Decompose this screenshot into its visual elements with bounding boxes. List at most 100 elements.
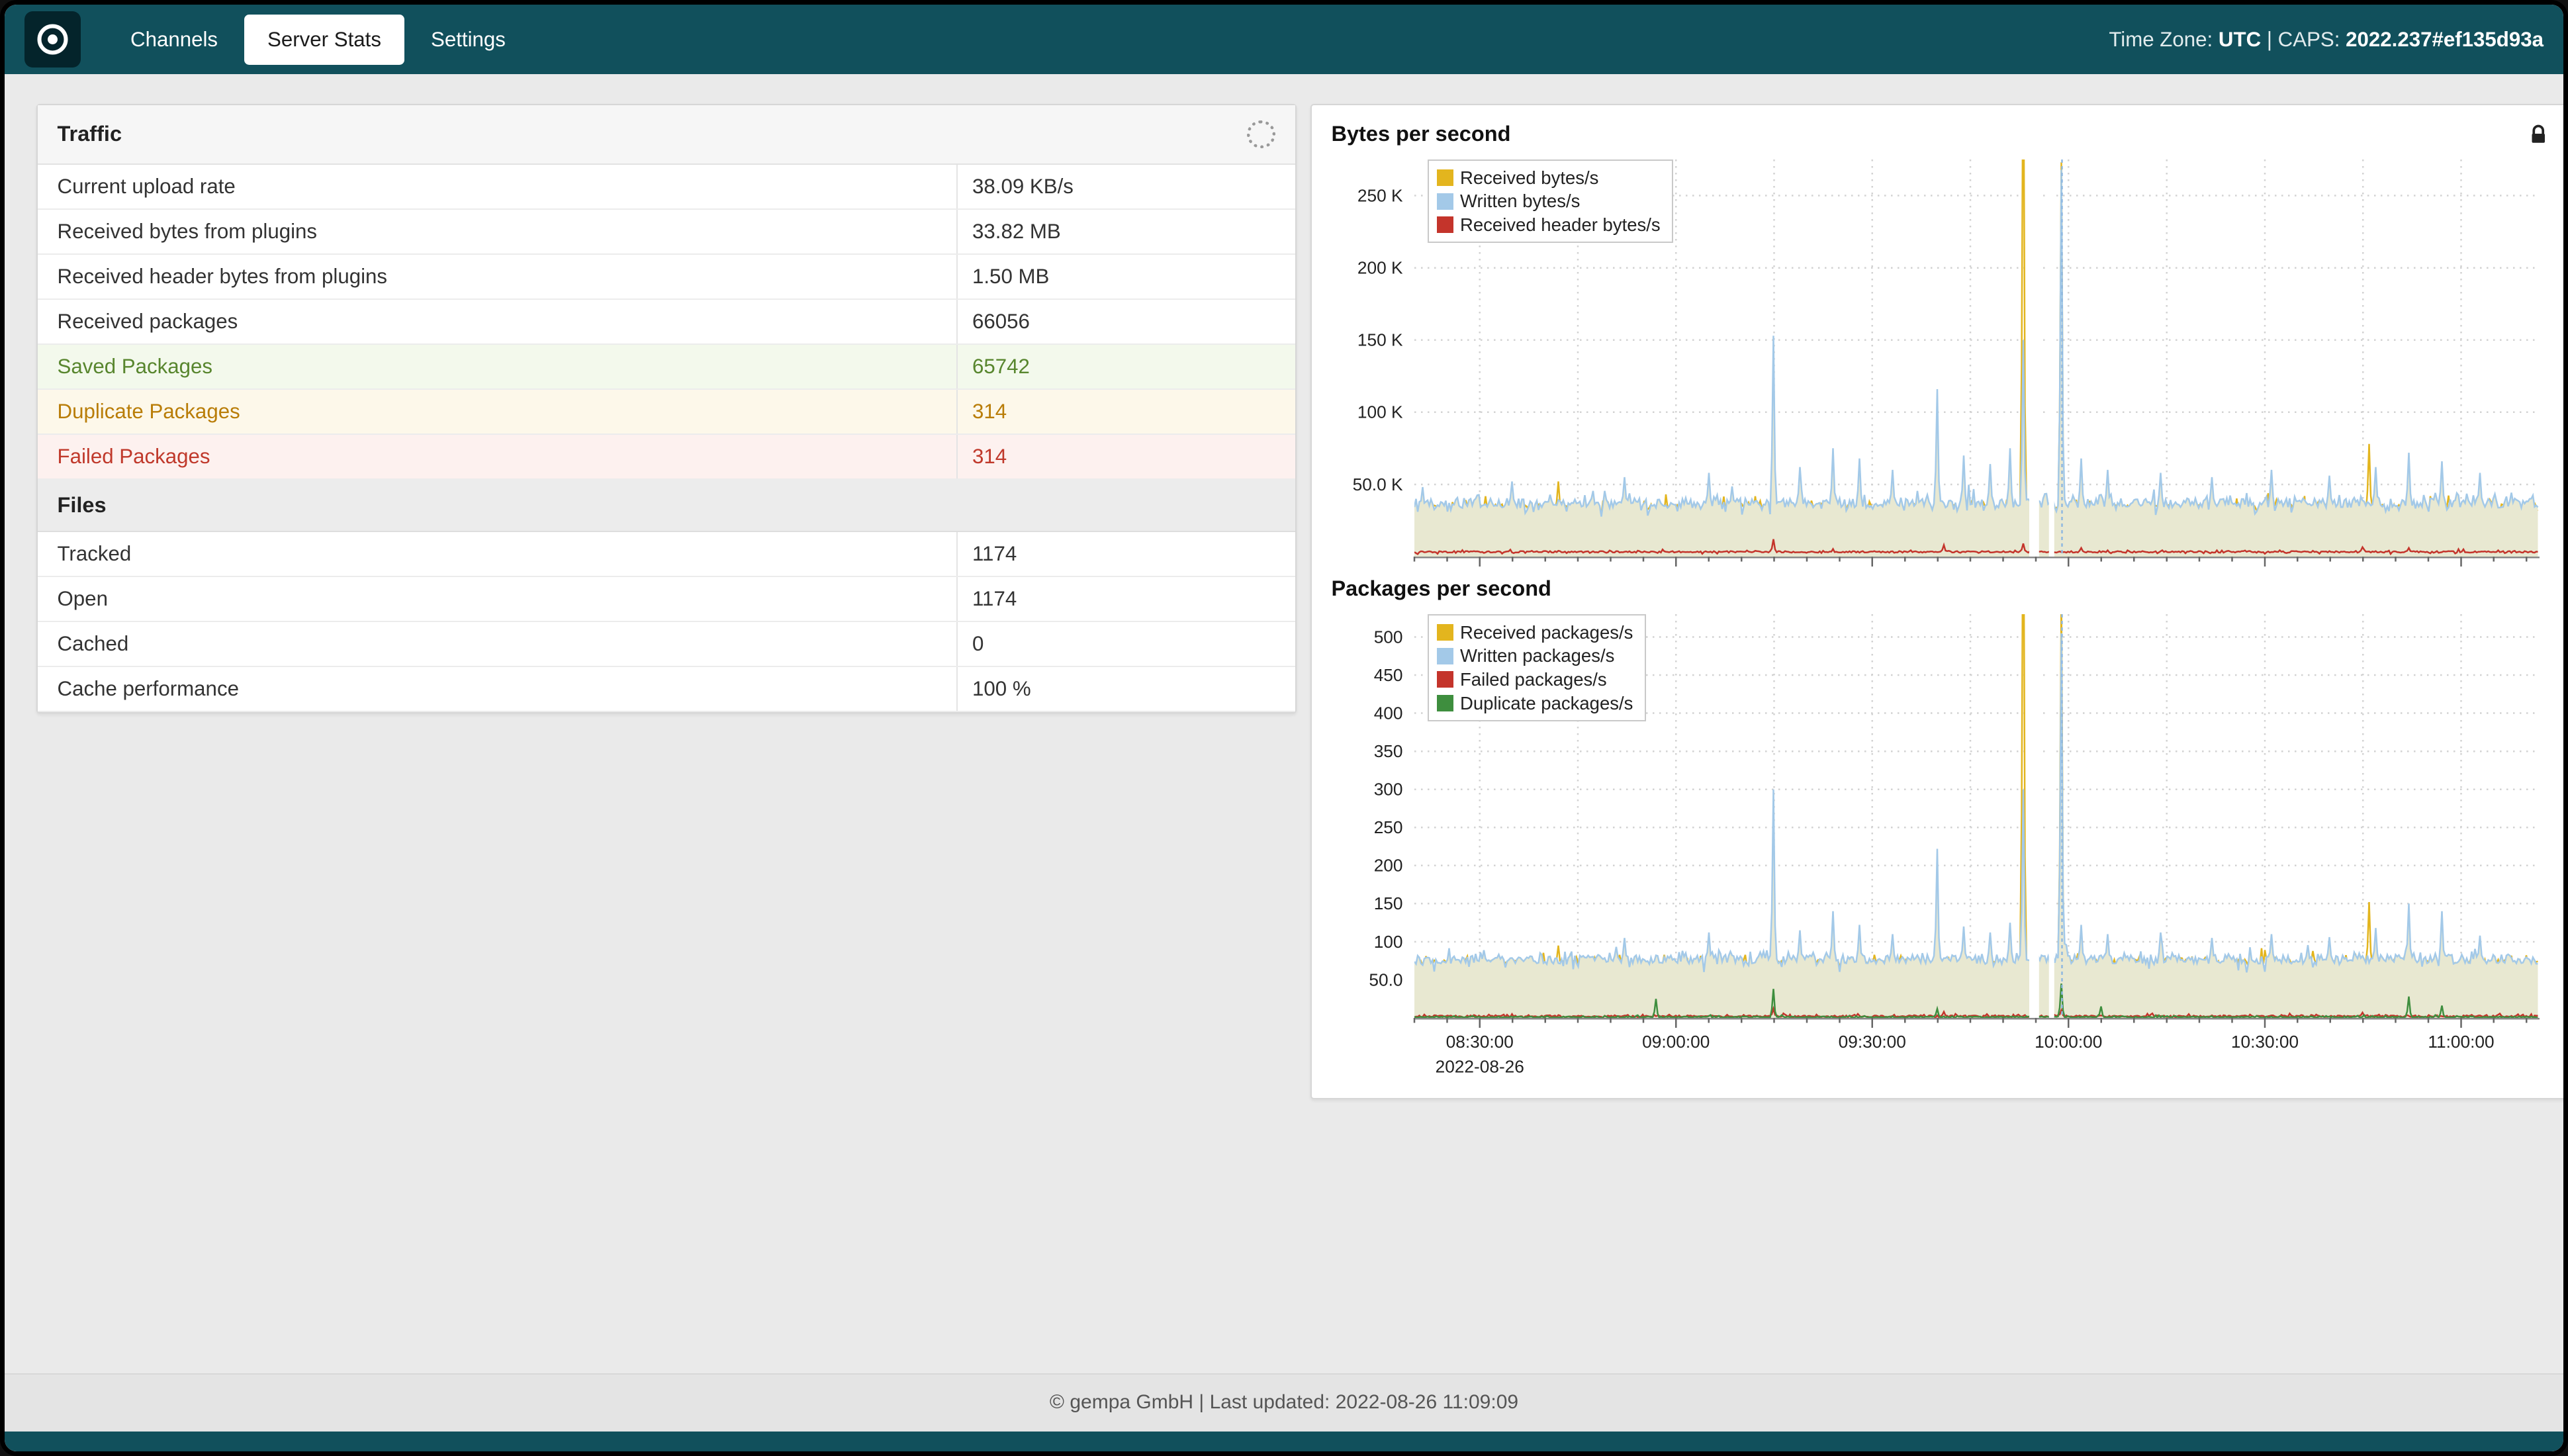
svg-text:150 K: 150 K (1357, 330, 1402, 350)
packages-chart-legend: Received packages/sWritten packages/sFai… (1428, 614, 1646, 721)
footer: © gempa GmbH | Last updated: 2022-08-26 … (5, 1373, 2563, 1432)
timezone-value: UTC (2219, 28, 2261, 51)
row-value: 33.82 MB (958, 210, 1295, 253)
nav-item-settings[interactable]: Settings (408, 15, 529, 65)
legend-label: Received header bytes/s (1460, 213, 1661, 237)
legend-label: Written bytes/s (1460, 189, 1580, 213)
main-nav: ChannelsServer StatsSettings (107, 5, 529, 74)
bytes-chart-header: Bytes per second (1312, 105, 2568, 150)
svg-text:150: 150 (1373, 893, 1402, 913)
footer-text: © gempa GmbH | Last updated: 2022-08-26 … (1050, 1391, 1518, 1413)
row-label: Received bytes from plugins (38, 210, 958, 253)
legend-item: Received bytes/s (1437, 166, 1661, 190)
legend-label: Written packages/s (1460, 644, 1614, 668)
row-value: 314 (958, 435, 1295, 478)
charts-panel: Bytes per second 50.0 K100 K150 K200 K25… (1310, 104, 2568, 1099)
main-content: Traffic Current upload rate38.09 KB/sRec… (5, 74, 2563, 1373)
legend-item: Written packages/s (1437, 644, 1633, 668)
row-value: 1174 (958, 577, 1295, 621)
bytes-chart-wrap: 50.0 K100 K150 K200 K250 K Received byte… (1332, 150, 2549, 567)
header: ChannelsServer StatsSettings Time Zone: … (5, 5, 2563, 74)
svg-text:10:00:00: 10:00:00 (2035, 1032, 2102, 1052)
svg-text:50.0 K: 50.0 K (1352, 475, 1402, 494)
row-label: Open (38, 577, 958, 621)
traffic-table: Current upload rate38.09 KB/sReceived by… (38, 165, 1295, 480)
table-row: Received packages66056 (38, 300, 1295, 345)
svg-text:450: 450 (1373, 665, 1402, 685)
table-row: Duplicate Packages314 (38, 390, 1295, 435)
header-status: Time Zone: UTC | CAPS: 2022.237#ef135d93… (2109, 28, 2544, 52)
header-separator: | (2267, 28, 2272, 51)
row-value: 38.09 KB/s (958, 165, 1295, 208)
legend-swatch-icon (1437, 193, 1453, 210)
table-row: Cached0 (38, 622, 1295, 667)
row-label: Saved Packages (38, 345, 958, 388)
packages-chart-wrap: 50.010015020025030035040045050008:30:000… (1332, 604, 2549, 1087)
svg-text:400: 400 (1373, 703, 1402, 723)
legend-swatch-icon (1437, 216, 1453, 233)
stats-panel: Traffic Current upload rate38.09 KB/sRec… (36, 104, 1297, 713)
legend-swatch-icon (1437, 695, 1453, 711)
svg-text:10:30:00: 10:30:00 (2230, 1032, 2298, 1052)
legend-label: Received packages/s (1460, 621, 1633, 645)
traffic-header: Traffic (38, 105, 1295, 165)
svg-text:200 K: 200 K (1357, 258, 1402, 278)
svg-text:250 K: 250 K (1357, 185, 1402, 205)
legend-item: Failed packages/s (1437, 668, 1633, 692)
row-value: 65742 (958, 345, 1295, 388)
timezone-label: Time Zone: (2109, 28, 2213, 51)
legend-label: Failed packages/s (1460, 668, 1607, 692)
row-value: 1174 (958, 532, 1295, 576)
packages-chart-title: Packages per second (1332, 576, 1551, 601)
bytes-chart-title: Bytes per second (1332, 122, 1511, 146)
svg-text:09:00:00: 09:00:00 (1642, 1032, 1710, 1052)
bytes-chart-legend: Received bytes/sWritten bytes/sReceived … (1428, 159, 1674, 243)
table-row: Saved Packages65742 (38, 345, 1295, 390)
table-row: Tracked1174 (38, 532, 1295, 577)
table-row: Cache performance100 % (38, 667, 1295, 712)
svg-text:08:30:00: 08:30:00 (1445, 1032, 1513, 1052)
caps-version: 2022.237#ef135d93a (2346, 28, 2544, 51)
row-label: Current upload rate (38, 165, 958, 208)
row-value: 66056 (958, 300, 1295, 343)
svg-text:50.0: 50.0 (1369, 970, 1402, 989)
packages-chart-header: Packages per second (1312, 567, 2568, 604)
row-value: 1.50 MB (958, 255, 1295, 298)
svg-text:350: 350 (1373, 741, 1402, 761)
table-row: Received bytes from plugins33.82 MB (38, 210, 1295, 255)
lock-icon[interactable] (2528, 122, 2549, 146)
nav-item-server-stats[interactable]: Server Stats (244, 15, 404, 65)
legend-swatch-icon (1437, 671, 1453, 688)
row-label: Failed Packages (38, 435, 958, 478)
loading-spinner-icon (1247, 120, 1275, 149)
legend-item: Duplicate packages/s (1437, 692, 1633, 715)
svg-text:11:00:00: 11:00:00 (2428, 1032, 2494, 1052)
files-title: Files (38, 480, 1295, 532)
legend-swatch-icon (1437, 624, 1453, 641)
files-table: Tracked1174Open1174Cached0Cache performa… (38, 532, 1295, 712)
legend-label: Duplicate packages/s (1460, 692, 1633, 715)
svg-text:300: 300 (1373, 780, 1402, 799)
table-row: Current upload rate38.09 KB/s (38, 165, 1295, 210)
caps-logo-icon (34, 21, 71, 58)
app-window: ChannelsServer StatsSettings Time Zone: … (0, 0, 2568, 1456)
legend-item: Received packages/s (1437, 621, 1633, 645)
svg-text:250: 250 (1373, 817, 1402, 837)
row-value: 0 (958, 622, 1295, 666)
row-label: Duplicate Packages (38, 390, 958, 433)
svg-text:200: 200 (1373, 856, 1402, 876)
row-value: 314 (958, 390, 1295, 433)
legend-swatch-icon (1437, 169, 1453, 186)
legend-label: Received bytes/s (1460, 166, 1598, 190)
row-label: Received packages (38, 300, 958, 343)
row-value: 100 % (958, 667, 1295, 711)
row-label: Cached (38, 622, 958, 666)
svg-text:2022-08-26: 2022-08-26 (1435, 1057, 1524, 1077)
app-logo[interactable] (24, 11, 81, 68)
nav-item-channels[interactable]: Channels (107, 15, 241, 65)
table-row: Received header bytes from plugins1.50 M… (38, 255, 1295, 300)
legend-swatch-icon (1437, 648, 1453, 664)
row-label: Cache performance (38, 667, 958, 711)
traffic-title: Traffic (58, 122, 122, 146)
footer-accent-strip (5, 1432, 2563, 1451)
